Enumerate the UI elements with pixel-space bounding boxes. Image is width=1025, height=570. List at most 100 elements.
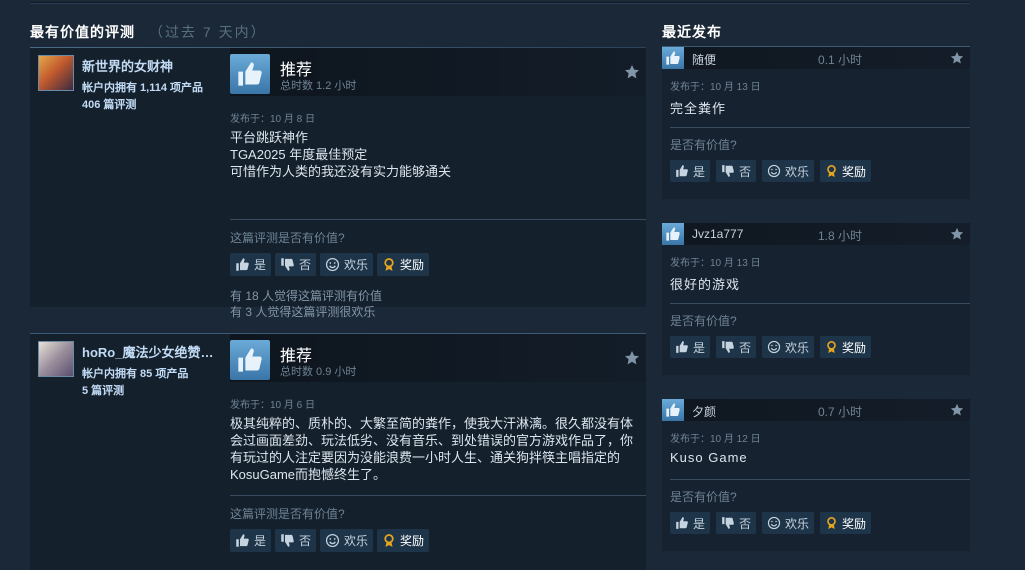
vote-funny-label: 欢乐 — [785, 164, 810, 179]
award-ribbon-icon — [382, 533, 396, 548]
recent-review-header[interactable]: 夕颜 0.7 小时 — [662, 399, 970, 421]
author-products[interactable]: 帐户内拥有 1,114 项产品 — [82, 79, 203, 95]
vote-no-button[interactable]: 否 — [275, 253, 317, 276]
award-label: 奖励 — [842, 164, 867, 179]
recent-playtime: 0.1 小时 — [818, 53, 863, 67]
helpful-prompt: 是否有价值? — [670, 314, 737, 328]
vote-yes-label: 是 — [254, 258, 267, 272]
vote-no-label: 否 — [739, 340, 752, 355]
smiley-icon — [767, 164, 781, 178]
vote-buttons: 是 否 欢乐 奖励 — [230, 253, 430, 276]
vote-no-button[interactable]: 否 — [716, 160, 757, 182]
vote-yes-button[interactable]: 是 — [230, 253, 272, 276]
recent-author-name[interactable]: 随便 — [692, 51, 716, 68]
review-text-line: TGA2025 年度最佳预定 — [230, 147, 368, 162]
vote-yes-button[interactable]: 是 — [670, 512, 711, 534]
vote-funny-button[interactable]: 欢乐 — [320, 529, 374, 552]
recent-playtime: 1.8 小时 — [818, 229, 863, 243]
smiley-icon — [325, 533, 340, 548]
thumbs-up-icon — [230, 340, 270, 380]
star-icon[interactable] — [950, 403, 964, 417]
vote-buttons: 是 否 欢乐 奖励 — [230, 529, 430, 552]
review-divider — [670, 127, 970, 128]
recent-review-text: 完全粪作 — [670, 101, 727, 116]
thumbs-down-icon — [280, 533, 295, 548]
author-name[interactable]: 新世界的女财神 — [82, 56, 222, 75]
vote-funny-button[interactable]: 欢乐 — [762, 336, 815, 358]
recent-review-header[interactable]: Jvz1a777 1.8 小时 — [662, 223, 970, 245]
vote-header[interactable]: 推荐 总时数 0.9 小时 — [230, 334, 646, 382]
thumbs-up-icon — [675, 164, 689, 178]
smiley-icon — [767, 516, 781, 530]
recent-review-header[interactable]: 随便 0.1 小时 — [662, 47, 970, 69]
vote-header[interactable]: 推荐 总时数 1.2 小时 — [230, 48, 646, 96]
playtime-hours: 总时数 1.2 小时 — [280, 80, 357, 92]
award-ribbon-icon — [825, 164, 838, 178]
posted-date: 发布于：10 月 13 日 — [670, 82, 761, 93]
award-button[interactable]: 奖励 — [377, 529, 430, 552]
most-helpful-heading: 最有价值的评测 （过去 7 天内） — [30, 22, 646, 46]
helpful-prompt: 是否有价值? — [670, 490, 737, 504]
vote-buttons: 是 否 欢乐 奖励 — [670, 160, 872, 182]
recent-author-name[interactable]: 夕颜 — [692, 403, 716, 420]
vote-funny-label: 欢乐 — [344, 258, 369, 272]
vote-no-label: 否 — [299, 258, 312, 272]
star-icon[interactable] — [950, 227, 964, 241]
thumbs-up-icon — [662, 399, 684, 421]
author-review-count[interactable]: 406 篇评测 — [82, 96, 136, 112]
award-button[interactable]: 奖励 — [377, 253, 430, 276]
smiley-icon — [767, 340, 781, 354]
review-body: 推荐 总时数 0.9 小时 发布于：10 月 6 日 极其纯粹的、质朴的、大繁至… — [230, 334, 646, 552]
award-button[interactable]: 奖励 — [820, 336, 872, 358]
recent-review-text: Kuso Game — [670, 450, 748, 465]
recent-playtime: 0.7 小时 — [818, 405, 863, 419]
thumbs-down-icon — [721, 340, 735, 354]
vote-no-button[interactable]: 否 — [716, 512, 757, 534]
award-label: 奖励 — [400, 534, 425, 548]
vote-funny-button[interactable]: 欢乐 — [320, 253, 374, 276]
recent-title: 最近发布 — [662, 24, 722, 40]
thumbs-up-icon — [235, 533, 250, 548]
vote-no-button[interactable]: 否 — [716, 336, 757, 358]
helpful-prompt: 这篇评测是否有价值? — [230, 231, 345, 245]
avatar[interactable] — [38, 341, 74, 377]
vote-funny-button[interactable]: 欢乐 — [762, 160, 815, 182]
star-icon[interactable] — [624, 64, 640, 80]
recent-section: 最近发布 随便 0.1 小时 发布于：10 月 13 日 完全粪作 是否有价值?… — [662, 22, 970, 551]
thumbs-up-icon — [675, 340, 689, 354]
author-name[interactable]: hoRo_魔法少女绝赞… — [82, 342, 222, 361]
award-button[interactable]: 奖励 — [820, 512, 872, 534]
most-helpful-section: 最有价值的评测 （过去 7 天内） 新世界的女财神 帐户内拥有 1,114 项产品… — [30, 22, 646, 570]
award-label: 奖励 — [842, 516, 867, 531]
thumbs-up-icon — [230, 54, 270, 94]
recent-review-card: Jvz1a777 1.8 小时 发布于：10 月 13 日 很好的游戏 是否有价… — [662, 223, 970, 375]
thumbs-up-icon — [662, 47, 684, 69]
most-helpful-subtitle: （过去 7 天内） — [149, 24, 267, 40]
vote-buttons: 是 否 欢乐 奖励 — [670, 336, 872, 358]
avatar[interactable] — [38, 55, 74, 91]
vote-yes-button[interactable]: 是 — [670, 336, 711, 358]
review-text-line: 极其纯粹的、质朴的、大繁至简的粪作，使我大汗淋漓。很久都没有体 — [230, 416, 634, 431]
vote-yes-button[interactable]: 是 — [230, 529, 272, 552]
review-divider — [230, 495, 646, 496]
review-text-line: 会过画面差劲、玩法低劣、没有音乐、到处错误的官方游戏作品了，你 — [230, 433, 634, 448]
vote-yes-button[interactable]: 是 — [670, 160, 711, 182]
vote-no-button[interactable]: 否 — [275, 529, 317, 552]
award-label: 奖励 — [842, 340, 867, 355]
star-icon[interactable] — [624, 350, 640, 366]
author-products[interactable]: 帐户内拥有 85 项产品 — [82, 365, 188, 381]
author-review-count[interactable]: 5 篇评测 — [82, 382, 124, 398]
playtime-hours: 总时数 0.9 小时 — [280, 366, 357, 378]
star-icon[interactable] — [950, 51, 964, 65]
vote-funny-button[interactable]: 欢乐 — [762, 512, 815, 534]
posted-date: 发布于：10 月 12 日 — [670, 434, 761, 445]
review-text-line: 有玩过的人注定要因为没能浪费一小时人生、通关狗拌筷主唱指定的 — [230, 450, 621, 465]
award-button[interactable]: 奖励 — [820, 160, 872, 182]
award-ribbon-icon — [382, 257, 396, 272]
thumbs-down-icon — [280, 257, 295, 272]
review-card: 新世界的女财神 帐户内拥有 1,114 项产品 406 篇评测 推荐 总时数 1… — [30, 48, 646, 319]
award-ribbon-icon — [825, 516, 838, 530]
helpful-prompt: 是否有价值? — [670, 138, 737, 152]
recent-author-name[interactable]: Jvz1a777 — [692, 227, 743, 241]
top-divider-highlight — [30, 3, 970, 4]
